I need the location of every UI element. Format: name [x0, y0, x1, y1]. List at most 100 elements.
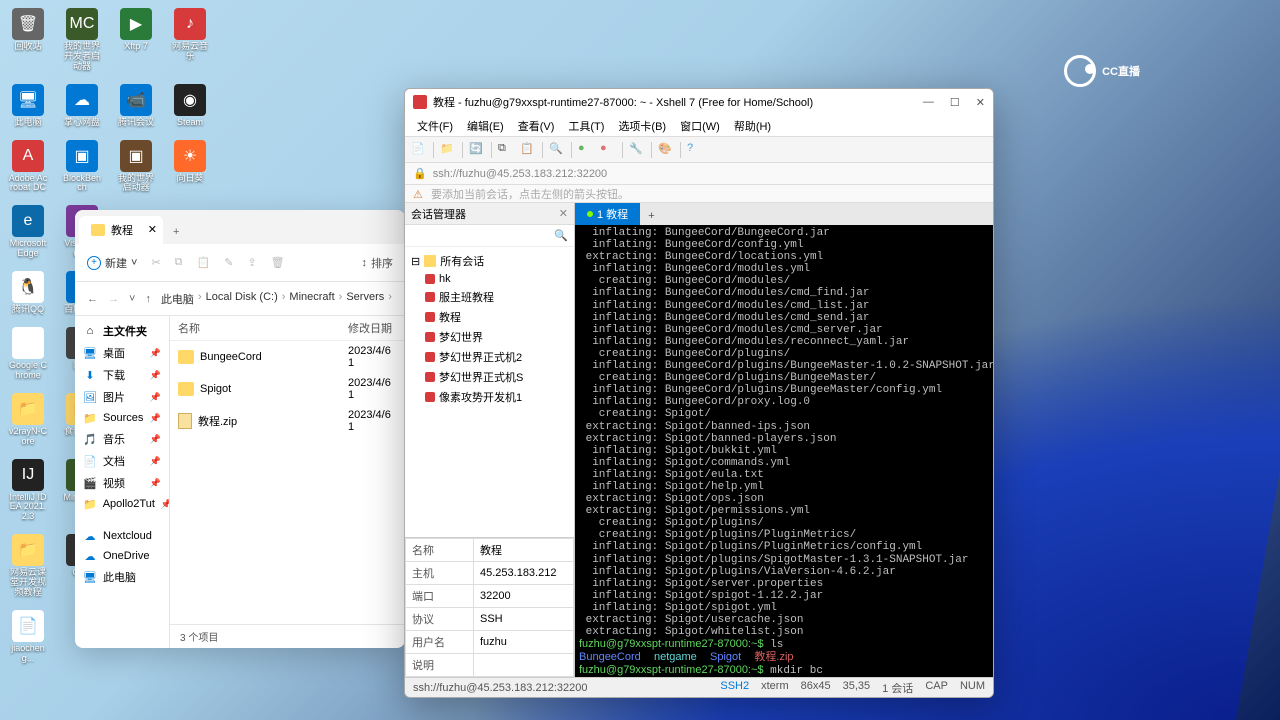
- forward-button[interactable]: →: [106, 291, 121, 307]
- session-item[interactable]: 梦幻世界: [407, 327, 572, 347]
- terminal[interactable]: inflating: BungeeCord/BungeeCord.jar inf…: [575, 225, 993, 677]
- delete-icon[interactable]: 🗑: [271, 256, 285, 269]
- tree-root[interactable]: ⊟ 所有会话: [407, 251, 572, 271]
- collapse-icon[interactable]: ⊟: [411, 255, 420, 268]
- menu-item[interactable]: 查看(V): [512, 116, 561, 136]
- desktop-icon[interactable]: 🐧腾讯QQ: [8, 271, 48, 315]
- reconnect-icon[interactable]: 🔄: [469, 142, 485, 158]
- sidebar-item[interactable]: 🖥此电脑: [77, 566, 167, 588]
- file-row[interactable]: Spigot2023/4/6 1: [170, 373, 405, 405]
- breadcrumb-item[interactable]: Minecraft: [289, 291, 334, 307]
- desktop-icon[interactable]: ▣BlockBench: [62, 140, 102, 194]
- breadcrumb-item[interactable]: Local Disk (C:): [206, 291, 278, 307]
- session-item[interactable]: 教程: [407, 307, 572, 327]
- file-row[interactable]: 教程.zip2023/4/6 1: [170, 405, 405, 437]
- desktop-icon[interactable]: ☀向日葵: [170, 140, 210, 194]
- up-button[interactable]: ˅: [127, 291, 137, 307]
- connect-icon[interactable]: ●: [578, 142, 594, 158]
- session-item[interactable]: 梦幻世界正式机2: [407, 347, 572, 367]
- sidebar-item[interactable]: 🎬视频📌: [77, 472, 167, 494]
- column-headers[interactable]: 名称 修改日期: [170, 316, 405, 341]
- session-tree: ⊟ 所有会话 hk服主班教程教程梦幻世界梦幻世界正式机2梦幻世界正式机S像素攻势…: [405, 247, 574, 537]
- breadcrumb-item[interactable]: 此电脑: [161, 291, 194, 307]
- desktop-icon[interactable]: 🗑回收站: [8, 8, 48, 72]
- close-icon[interactable]: ✕: [148, 223, 157, 236]
- app-icon: 📁: [12, 393, 44, 425]
- sort-button[interactable]: ↕ 排序: [362, 255, 394, 271]
- desktop-icon[interactable]: AAdobe Acrobat DC: [8, 140, 48, 194]
- file-row[interactable]: BungeeCord2023/4/6 1: [170, 341, 405, 373]
- sidebar-item[interactable]: 🎵音乐📌: [77, 428, 167, 450]
- copy-icon[interactable]: ⧉: [498, 142, 514, 158]
- new-terminal-tab[interactable]: +: [640, 207, 662, 225]
- desktop-icon[interactable]: 📄jiaocheng...: [8, 610, 48, 664]
- desktop-icon[interactable]: eMicrosoft Edge: [8, 205, 48, 259]
- desktop-icon[interactable]: ♪网易云音乐: [170, 8, 210, 72]
- session-item[interactable]: hk: [407, 271, 572, 287]
- sidebar-item[interactable]: ☁Nextcloud: [77, 526, 167, 546]
- desktop-icon[interactable]: ▣我的世界启动器: [116, 140, 156, 194]
- share-icon[interactable]: ⇪: [247, 256, 256, 269]
- back-button[interactable]: ←: [85, 291, 100, 307]
- desktop-icon[interactable]: 🖥此电脑: [8, 84, 48, 128]
- copy-icon[interactable]: ⧉: [175, 256, 183, 269]
- desktop-icon[interactable]: ☁掌心网盘: [62, 84, 102, 128]
- address-bar[interactable]: 🔒 ssh://fuzhu@45.253.183.212:32200: [405, 163, 993, 185]
- menu-item[interactable]: 工具(T): [562, 116, 610, 136]
- sidebar-item[interactable]: 📁Sources📌: [77, 408, 167, 428]
- desktop-icon[interactable]: ▶Xftp 7: [116, 8, 156, 72]
- sidebar-item[interactable]: ⬇下载📌: [77, 364, 167, 386]
- session-item[interactable]: 梦幻世界正式机S: [407, 367, 572, 387]
- terminal-tab[interactable]: 1 教程: [575, 203, 640, 225]
- minimize-button[interactable]: —: [923, 96, 934, 109]
- new-tab-button[interactable]: +: [163, 220, 189, 244]
- session-search[interactable]: 🔍: [405, 225, 574, 247]
- desktop-icon[interactable]: IJIntelliJ IDEA 2021.2.3: [8, 459, 48, 523]
- paste-icon[interactable]: 📋: [520, 142, 536, 158]
- breadcrumb[interactable]: 此电脑›Local Disk (C:)›Minecraft›Servers›: [161, 291, 392, 307]
- col-date[interactable]: 修改日期: [348, 320, 392, 336]
- col-name[interactable]: 名称: [178, 320, 348, 336]
- breadcrumb-item[interactable]: Servers: [346, 291, 384, 307]
- panel-close-icon[interactable]: ✕: [559, 207, 568, 220]
- disconnect-icon[interactable]: ●: [600, 142, 616, 158]
- desktop-icon[interactable]: 📹腾讯会议: [116, 84, 156, 128]
- rename-icon[interactable]: ✎: [224, 256, 233, 269]
- desktop-icon[interactable]: 📁v2rayN-Core: [8, 393, 48, 447]
- new-button[interactable]: + 新建 ˅: [87, 255, 137, 271]
- menu-item[interactable]: 选项卡(B): [612, 116, 672, 136]
- cut-icon[interactable]: ✂: [151, 256, 160, 269]
- titlebar[interactable]: 教程 - fuzhu@g79xxspt-runtime27-87000: ~ -…: [405, 89, 993, 115]
- explorer-tab[interactable]: 教程 ✕: [79, 216, 163, 244]
- session-item[interactable]: 服主班教程: [407, 287, 572, 307]
- maximize-button[interactable]: ☐: [950, 96, 960, 109]
- sidebar-item[interactable]: 🖼图片📌: [77, 386, 167, 408]
- sidebar-item[interactable]: 🖥桌面📌: [77, 342, 167, 364]
- desktop-icon[interactable]: MC我的世界开发者启动器: [62, 8, 102, 72]
- menu-item[interactable]: 编辑(E): [461, 116, 510, 136]
- desktop-icon[interactable]: ◉Google Chrome: [8, 327, 48, 381]
- chevron-down-icon: ˅: [131, 257, 137, 269]
- close-button[interactable]: ✕: [976, 96, 985, 109]
- sidebar-item[interactable]: 📁Apollo2Tut📌: [77, 494, 167, 514]
- new-session-icon[interactable]: 📄: [411, 142, 427, 158]
- desktop-icon[interactable]: 📁网易云课堂开发视频教程: [8, 534, 48, 598]
- color-icon[interactable]: 🎨: [658, 142, 674, 158]
- paste-icon[interactable]: 📋: [197, 256, 211, 269]
- xshell-statusbar: ssh://fuzhu@45.253.183.212:32200 SSH2xte…: [405, 677, 993, 697]
- help-icon[interactable]: ?: [687, 142, 703, 158]
- open-icon[interactable]: 📁: [440, 142, 456, 158]
- find-icon[interactable]: 🔍: [549, 142, 565, 158]
- up-button[interactable]: ↑: [143, 291, 153, 307]
- menu-item[interactable]: 帮助(H): [728, 116, 777, 136]
- menu-item[interactable]: 窗口(W): [674, 116, 726, 136]
- properties-icon[interactable]: 🔧: [629, 142, 645, 158]
- sidebar-item[interactable]: 📄文档📌: [77, 450, 167, 472]
- menu-item[interactable]: 文件(F): [411, 116, 459, 136]
- icon-label: Adobe Acrobat DC: [8, 174, 48, 194]
- sidebar-item[interactable]: ☁OneDrive: [77, 546, 167, 566]
- sidebar-home[interactable]: ⌂ 主文件夹: [77, 320, 167, 342]
- desktop-icon[interactable]: ◉Steam: [170, 84, 210, 128]
- session-item[interactable]: 像素攻势开发机1: [407, 387, 572, 407]
- pin-icon: 📌: [150, 348, 161, 359]
